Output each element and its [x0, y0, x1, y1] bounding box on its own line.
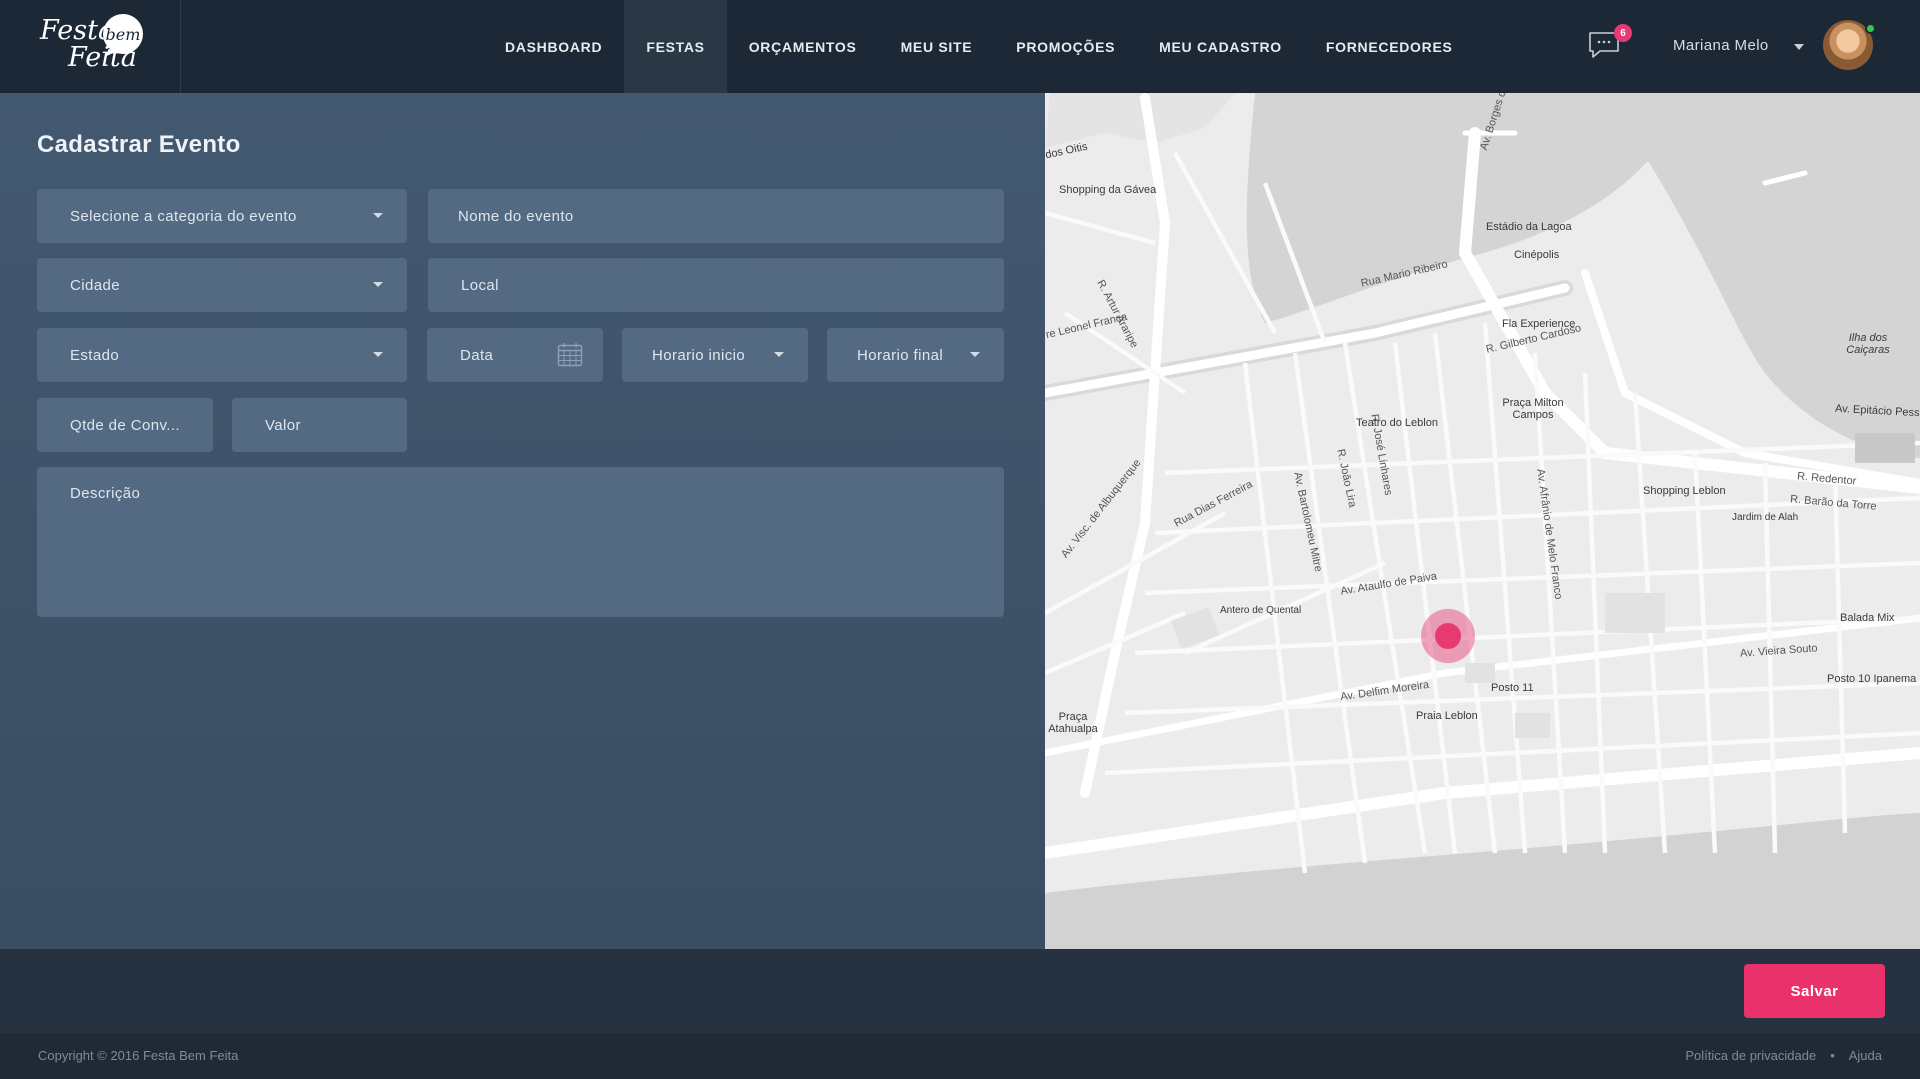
page-title: Cadastrar Evento — [37, 131, 241, 158]
nav-item-dashboard[interactable]: DASHBOARD — [483, 0, 624, 93]
location-input[interactable]: Local — [428, 258, 1004, 312]
map-label-praca-atahualpa: Praça Atahualpa — [1048, 711, 1098, 735]
date-input[interactable]: Data — [427, 328, 603, 382]
brand-logo-bubble: bem — [103, 14, 143, 54]
chevron-down-icon — [373, 282, 383, 287]
map-label-jardim-alah: Jardim de Alah — [1732, 512, 1799, 523]
map-location-pin-icon[interactable] — [1421, 609, 1475, 663]
map-label-estadio-lagoa: Estádio da Lagoa — [1486, 221, 1572, 233]
copyright-text: Copyright © 2016 Festa Bem Feita — [38, 1048, 239, 1063]
map-label-praca-milton-campos: Praça Milton Campos — [1502, 397, 1564, 421]
chevron-down-icon — [774, 352, 784, 357]
nav-item-promocoes[interactable]: PROMOÇÕES — [994, 0, 1137, 93]
nav-item-fornecedores[interactable]: FORNECEDORES — [1304, 0, 1475, 93]
map-label-ilha-caicaras: Ilha dos Caiçaras — [1846, 332, 1890, 356]
brand-logo[interactable]: Festa Feita bem — [0, 0, 181, 93]
online-status-indicator — [1865, 23, 1876, 34]
save-button[interactable]: Salvar — [1744, 964, 1885, 1018]
description-placeholder: Descrição — [70, 485, 141, 502]
nav-item-orcamentos[interactable]: ORÇAMENTOS — [727, 0, 879, 93]
help-link[interactable]: Ajuda — [1849, 1048, 1882, 1063]
guest-count-input[interactable]: Qtde de Conv... — [37, 398, 213, 452]
start-time-select[interactable]: Horario inicio — [622, 328, 808, 382]
description-textarea[interactable]: Descrição — [37, 467, 1004, 617]
event-category-select[interactable]: Selecione a categoria do evento — [37, 189, 407, 243]
privacy-policy-link[interactable]: Política de privacidade — [1685, 1048, 1816, 1063]
map-label-shopping-gavea: Shopping da Gávea — [1059, 184, 1157, 196]
main-nav: DASHBOARD FESTAS ORÇAMENTOS MEU SITE PRO… — [483, 0, 1475, 93]
guest-count-placeholder: Qtde de Conv... — [70, 416, 180, 434]
state-value: Estado — [70, 346, 120, 364]
city-value: Cidade — [70, 276, 120, 294]
location-placeholder: Local — [461, 276, 499, 294]
user-name[interactable]: Mariana Melo — [1673, 37, 1769, 54]
chevron-down-icon — [970, 352, 980, 357]
calendar-icon[interactable] — [557, 342, 583, 367]
page-footer: Copyright © 2016 Festa Bem Feita Polític… — [0, 1033, 1920, 1079]
map-label-antero-quental: Antero de Quental — [1220, 605, 1302, 616]
price-input[interactable]: Valor — [232, 398, 407, 452]
price-placeholder: Valor — [265, 416, 301, 434]
map-label-balada-mix: Balada Mix — [1840, 612, 1895, 624]
user-menu-chevron-down-icon[interactable] — [1794, 44, 1804, 50]
top-navigation-bar: Festa Feita bem DASHBOARD FESTAS ORÇAMEN… — [0, 0, 1920, 93]
map-label-posto-11: Posto 11 — [1491, 682, 1534, 694]
start-time-value: Horario inicio — [652, 346, 746, 364]
event-name-placeholder: Nome do evento — [458, 207, 574, 225]
map-label-praia-leblon: Praia Leblon — [1416, 710, 1478, 722]
nav-item-meu-cadastro[interactable]: MEU CADASTRO — [1137, 0, 1304, 93]
map-label-shopping-leblon: Shopping Leblon — [1643, 485, 1726, 497]
event-name-input[interactable]: Nome do evento — [428, 189, 1004, 243]
chevron-down-icon — [373, 352, 383, 357]
footer-separator: • — [1830, 1048, 1835, 1063]
city-select[interactable]: Cidade — [37, 258, 407, 312]
nav-item-meu-site[interactable]: MEU SITE — [879, 0, 995, 93]
footer-links: Política de privacidade • Ajuda — [1685, 1048, 1882, 1063]
map-label-cinepolis: Cinépolis — [1514, 249, 1560, 261]
chevron-down-icon — [373, 213, 383, 218]
nav-item-festas[interactable]: FESTAS — [624, 0, 727, 93]
location-map[interactable]: Shopping da Gávea dos Oitis Estádio da L… — [1045, 93, 1920, 949]
event-category-value: Selecione a categoria do evento — [70, 207, 297, 225]
messages-count-badge: 6 — [1614, 24, 1632, 42]
state-select[interactable]: Estado — [37, 328, 407, 382]
form-action-bar: Salvar — [0, 949, 1920, 1033]
event-form-panel: Cadastrar Evento Selecione a categoria d… — [0, 93, 1045, 949]
end-time-select[interactable]: Horario final — [827, 328, 1004, 382]
date-placeholder: Data — [460, 346, 494, 364]
messages-button[interactable]: 6 — [1588, 24, 1632, 59]
map-label-posto-10: Posto 10 Ipanema — [1827, 673, 1917, 685]
end-time-value: Horario final — [857, 346, 944, 364]
